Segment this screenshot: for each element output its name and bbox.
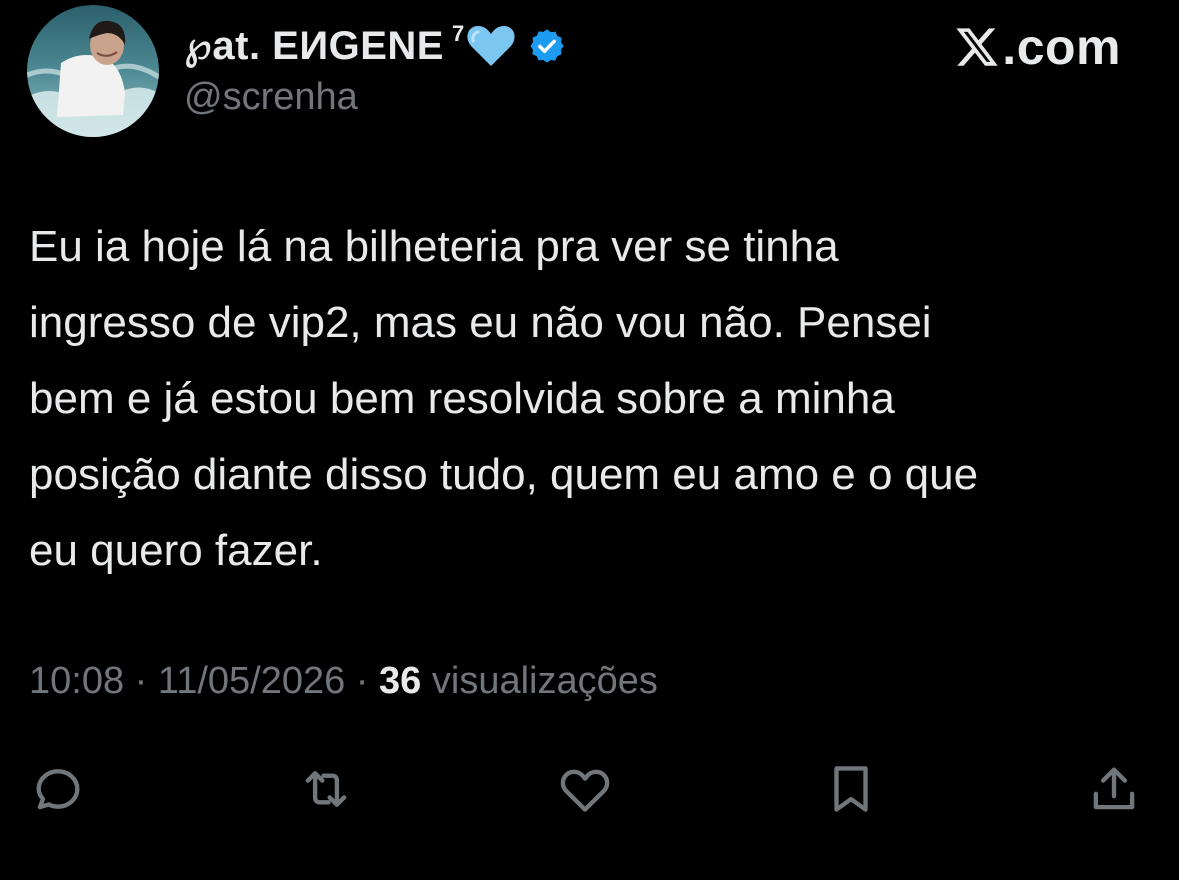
views-count: 36 <box>379 660 422 702</box>
like-icon <box>560 769 610 812</box>
tweet-meta: 10:08 · 11/05/2026 · 36 visualizações <box>29 660 658 703</box>
avatar[interactable] <box>27 5 159 137</box>
brand-mark: .com <box>954 18 1121 76</box>
reply-button[interactable] <box>29 760 87 818</box>
views-label: visualizações <box>421 660 658 702</box>
avatar-image <box>27 5 159 137</box>
retweet-button[interactable] <box>297 760 355 818</box>
share-icon <box>1093 767 1135 810</box>
tweet-time[interactable]: 10:08 <box>29 660 124 702</box>
like-button[interactable] <box>556 760 614 818</box>
author-name-superscript: 7 <box>451 21 465 46</box>
bookmark-button[interactable] <box>822 760 880 818</box>
meta-separator: · <box>345 660 380 702</box>
light-blue-heart-icon <box>466 24 516 68</box>
retweet-icon <box>305 771 347 807</box>
verified-badge-icon[interactable] <box>528 27 566 65</box>
author-handle[interactable]: @screnha <box>184 76 358 119</box>
tweet-date[interactable]: 11/05/2026 <box>158 660 345 702</box>
x-logo-icon <box>954 24 1000 70</box>
author-name-row[interactable]: ℘at. EИGENE 7 <box>184 20 566 72</box>
share-button[interactable] <box>1085 760 1143 818</box>
author-display-name[interactable]: ℘at. EИGENE <box>184 23 444 69</box>
bookmark-icon <box>834 766 868 812</box>
tweet-text: Eu ia hoje lá na bilheteria pra ver se t… <box>29 222 979 575</box>
reply-icon <box>36 769 80 810</box>
meta-separator: · <box>124 660 158 702</box>
brand-text: .com <box>1002 19 1121 75</box>
